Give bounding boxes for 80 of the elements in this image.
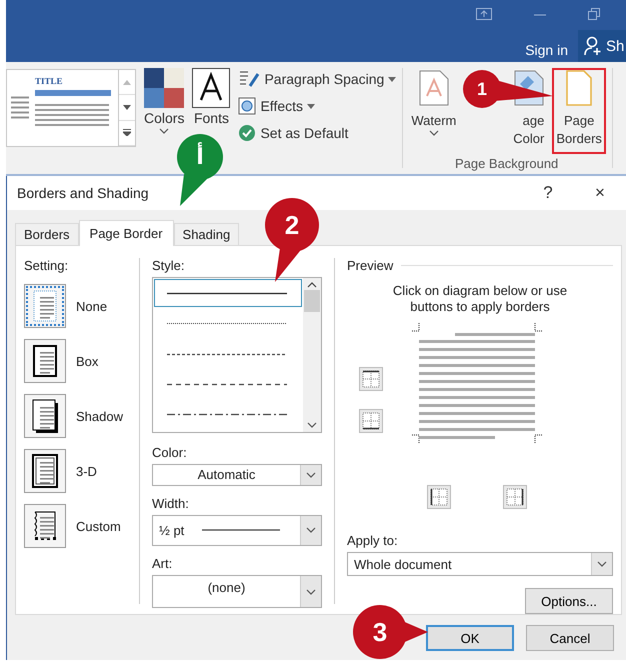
right-border-button[interactable] <box>503 485 527 509</box>
setting-option[interactable] <box>24 449 66 493</box>
check-circle-icon <box>238 124 256 142</box>
tab[interactable]: Shading <box>174 223 240 245</box>
dialog-title: Borders and Shading <box>17 185 150 201</box>
group-label: Page Background <box>454 156 558 171</box>
chevron-down-icon <box>307 422 317 428</box>
person-add-icon <box>584 36 602 56</box>
help-button[interactable]: ? <box>522 182 574 204</box>
art-select[interactable]: (none) <box>152 575 322 608</box>
page-shadow-icon <box>31 399 59 433</box>
callout-tooltip: 3 <box>353 605 428 659</box>
restore-icon[interactable] <box>588 8 600 20</box>
page-borders-button[interactable]: Page Borders <box>552 68 606 154</box>
ribbon-command[interactable]: Effects <box>238 95 396 117</box>
watermark-button[interactable]: Waterm <box>407 68 460 154</box>
border-grid-icon <box>362 370 380 388</box>
ok-button[interactable]: OK <box>426 625 514 651</box>
color-select[interactable]: Automatic <box>152 464 322 486</box>
preview-label: Preview <box>347 258 394 273</box>
tab[interactable]: Page Border <box>78 220 174 246</box>
close-button[interactable]: × <box>574 182 626 204</box>
border-grid-icon <box>362 412 380 430</box>
top-border-button[interactable] <box>359 367 383 391</box>
callout-tooltip: أ <box>177 134 223 206</box>
theme-gallery[interactable]: TITLE <box>6 69 136 147</box>
text-lines-drawing <box>11 95 29 121</box>
apply-to-select[interactable]: Whole document <box>347 552 613 576</box>
page-box-icon <box>31 344 59 378</box>
watermark-page-icon <box>418 70 449 106</box>
caret-down-icon <box>159 128 170 134</box>
caret-up-icon <box>123 80 131 85</box>
tab[interactable]: Borders <box>15 223 79 245</box>
ribbon-command[interactable]: Set as Default <box>238 122 396 144</box>
preview-hint: Click on diagram below or use buttons to apply borders <box>392 283 568 315</box>
setting-option[interactable] <box>24 394 66 438</box>
colors-button[interactable]: Colors <box>144 68 184 134</box>
cancel-button[interactable]: Cancel <box>526 625 614 651</box>
art-label: Art: <box>152 556 174 572</box>
sign-in-link[interactable]: Sign in <box>525 30 578 62</box>
callout-tooltip: 2 <box>265 198 319 282</box>
theme-title-sample: TITLE <box>35 76 64 86</box>
setting-option-label[interactable]: Box <box>76 354 98 368</box>
callout-tooltip: 1 <box>463 70 553 108</box>
more-icon <box>123 129 131 136</box>
style-option[interactable] <box>154 279 302 308</box>
setting-option-label[interactable]: None <box>76 298 108 314</box>
options-button[interactable]: Options... <box>525 588 613 614</box>
scroll-thumb[interactable] <box>304 290 320 312</box>
style-list[interactable] <box>152 277 322 433</box>
setting-label: Setting: <box>24 258 70 273</box>
setting-option-label[interactable]: 3-D <box>76 464 97 478</box>
bottom-border-button[interactable] <box>359 409 383 433</box>
width-select[interactable]: ½ pt <box>152 514 322 546</box>
share-button[interactable]: Sh <box>578 30 626 62</box>
width-label: Width: <box>152 496 190 511</box>
setting-option-label[interactable]: Shadow <box>76 408 123 424</box>
color-swatch-icon <box>144 68 184 108</box>
caret-down-icon <box>123 104 131 110</box>
border-grid-icon <box>506 488 524 506</box>
apply-to-label: Apply to: <box>347 533 399 548</box>
paragraph-spacing-icon <box>238 70 260 88</box>
effects-icon <box>238 97 256 115</box>
style-label: Style: <box>152 258 186 273</box>
setting-option[interactable] <box>24 339 66 383</box>
font-letter-icon <box>192 68 230 108</box>
chevron-up-icon <box>307 282 317 288</box>
page-3d-icon <box>31 454 59 488</box>
color-label: Color: <box>152 445 188 460</box>
ribbon-command[interactable]: Paragraph Spacing <box>238 68 396 90</box>
setting-option-label[interactable]: Custom <box>76 518 121 534</box>
ribbon-display-icon[interactable] <box>476 8 492 20</box>
left-border-button[interactable] <box>427 485 451 509</box>
border-grid-icon <box>430 488 448 506</box>
caret-down-icon <box>428 130 439 136</box>
page-border-icon <box>565 70 594 106</box>
page-icon <box>31 289 59 323</box>
fonts-button[interactable]: Fonts <box>192 68 230 134</box>
scrollbar[interactable] <box>303 278 321 432</box>
setting-option[interactable] <box>24 504 66 548</box>
